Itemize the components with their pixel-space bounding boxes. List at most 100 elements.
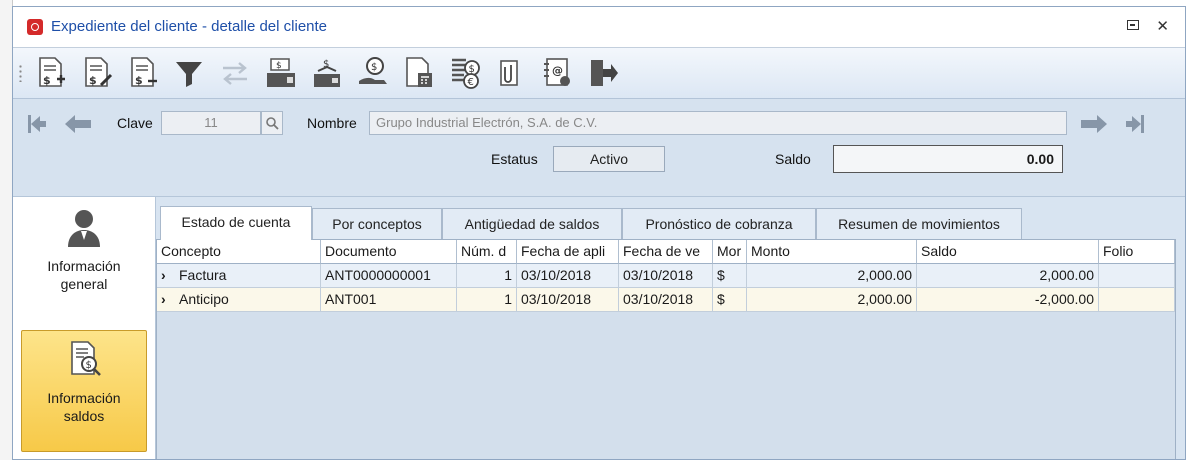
estatus-label: Estatus xyxy=(491,151,538,167)
cell-documento: ANT0000000001 xyxy=(321,264,457,288)
saldo-label: Saldo xyxy=(775,151,811,167)
cell-concepto: › Factura xyxy=(157,264,321,288)
cash-register-icon: $ xyxy=(267,58,295,87)
money-hand-button[interactable]: $ xyxy=(353,54,393,92)
expand-row-icon[interactable]: › xyxy=(161,264,179,287)
tab-pronostico-de-cobranza[interactable]: Pronóstico de cobranza xyxy=(622,208,816,239)
column-header-documento[interactable]: Documento xyxy=(321,240,457,264)
account-statement-grid: Concepto Documento Núm. d Fecha de apli … xyxy=(156,239,1176,459)
cell-folio xyxy=(1099,288,1175,312)
cell-documento: ANT001 xyxy=(321,288,457,312)
sidebar-item-informacion-saldos[interactable]: $ Información saldos xyxy=(21,330,147,452)
sidebar-item-label: Información xyxy=(47,390,121,406)
clave-field[interactable]: 11 xyxy=(161,111,261,135)
previous-record-button[interactable] xyxy=(63,113,95,135)
sidebar-item-label: Información xyxy=(47,258,121,274)
sidebar-item-label: general xyxy=(60,276,108,292)
remove-invoice-button[interactable]: $ xyxy=(123,54,163,92)
column-header-folio[interactable]: Folio xyxy=(1099,240,1175,264)
cell-concepto: › Anticipo xyxy=(157,288,321,312)
svg-text:$: $ xyxy=(43,74,51,87)
restore-window-icon[interactable] xyxy=(1127,20,1139,30)
edit-invoice-icon: $ xyxy=(85,57,113,87)
cell-moneda: $ xyxy=(713,264,747,288)
nombre-label: Nombre xyxy=(307,115,357,131)
cell-monto: 2,000.00 xyxy=(747,264,917,288)
payment-button[interactable]: $ xyxy=(307,54,347,92)
app-logo-icon xyxy=(27,19,43,35)
tab-estado-de-cuenta[interactable]: Estado de cuenta xyxy=(160,206,312,240)
sidebar: Información general $ Información saldos xyxy=(13,197,156,459)
cell-folio xyxy=(1099,264,1175,288)
clave-label: Clave xyxy=(117,115,153,131)
grid-header-row: Concepto Documento Núm. d Fecha de apli … xyxy=(157,240,1175,264)
tab-antiguedad-de-saldos[interactable]: Antigüedad de saldos xyxy=(442,208,622,239)
balance-search-icon: $ xyxy=(71,341,101,376)
toolbar-grip-icon[interactable] xyxy=(19,64,22,82)
attachment-icon xyxy=(500,60,518,86)
window-title: Expediente del cliente - detalle del cli… xyxy=(51,18,328,35)
cash-register-button[interactable]: $ xyxy=(261,54,301,92)
cell-monto: 2,000.00 xyxy=(747,288,917,312)
table-row[interactable]: › Anticipo ANT001 1 03/10/2018 03/10/2018… xyxy=(157,288,1175,312)
exit-button[interactable] xyxy=(583,54,623,92)
column-header-concepto[interactable]: Concepto xyxy=(157,240,321,264)
sidebar-item-informacion-general[interactable]: Información general xyxy=(21,207,147,311)
column-header-fecha-aplicacion[interactable]: Fecha de apli xyxy=(517,240,619,264)
tab-por-conceptos[interactable]: Por conceptos xyxy=(312,208,442,239)
first-record-button[interactable] xyxy=(27,113,59,135)
cell-saldo: 2,000.00 xyxy=(917,264,1099,288)
transfer-icon xyxy=(223,62,247,85)
filter-button[interactable] xyxy=(169,54,209,92)
cell-num: 1 xyxy=(457,264,517,288)
add-invoice-button[interactable]: $ xyxy=(31,54,71,92)
first-record-icon xyxy=(28,115,46,133)
column-header-moneda[interactable]: Mor xyxy=(713,240,747,264)
close-window-icon[interactable]: ✕ xyxy=(1156,17,1169,35)
saldo-value: 0.00 xyxy=(833,145,1063,173)
column-header-monto[interactable]: Monto xyxy=(747,240,917,264)
cell-fecha-vencimiento: 03/10/2018 xyxy=(619,264,713,288)
svg-text:$: $ xyxy=(135,74,143,87)
currency-document-icon: $€ xyxy=(452,58,480,89)
cell-saldo: -2,000.00 xyxy=(917,288,1099,312)
email-contact-button[interactable]: @ xyxy=(537,54,577,92)
next-record-button[interactable] xyxy=(1077,113,1109,135)
toolbar: $ $ $ $ $ $ $ € @ xyxy=(13,48,1185,99)
table-row[interactable]: › Factura ANT0000000001 1 03/10/2018 03/1… xyxy=(157,264,1175,288)
title-bar: Expediente del cliente - detalle del cli… xyxy=(13,7,1185,48)
client-detail-window: Expediente del cliente - detalle del cli… xyxy=(12,6,1186,460)
svg-text:€: € xyxy=(468,77,474,88)
client-header: Clave 11 Nombre Grupo Industrial Electró… xyxy=(13,99,1185,197)
svg-text:$: $ xyxy=(371,62,377,73)
estatus-value: Activo xyxy=(553,146,665,172)
svg-text:$: $ xyxy=(86,360,92,371)
clave-lookup-button[interactable] xyxy=(261,111,283,135)
column-header-num[interactable]: Núm. d xyxy=(457,240,517,264)
transfer-button xyxy=(215,54,255,92)
currency-document-button[interactable]: $ € xyxy=(445,54,485,92)
cell-num: 1 xyxy=(457,288,517,312)
filter-icon xyxy=(176,62,202,87)
money-hand-icon: $ xyxy=(359,57,387,84)
last-record-icon xyxy=(1126,115,1144,133)
calculator-document-button[interactable] xyxy=(399,54,439,92)
svg-text:$: $ xyxy=(89,74,97,87)
column-header-fecha-vencimiento[interactable]: Fecha de ve xyxy=(619,240,713,264)
add-invoice-icon: $ xyxy=(39,57,65,87)
next-record-icon xyxy=(1081,115,1107,133)
expand-row-icon[interactable]: › xyxy=(161,288,179,311)
email-contact-icon: @ xyxy=(544,58,570,86)
svg-text:@: @ xyxy=(552,64,563,77)
content-area: Estado de cuenta Por conceptos Antigüeda… xyxy=(156,197,1185,459)
last-record-button[interactable] xyxy=(1113,113,1145,135)
column-header-saldo[interactable]: Saldo xyxy=(917,240,1099,264)
cell-fecha-aplicacion: 03/10/2018 xyxy=(517,288,619,312)
magnifier-icon xyxy=(266,117,279,130)
attachment-button[interactable] xyxy=(491,54,531,92)
tab-resumen-de-movimientos[interactable]: Resumen de movimientos xyxy=(816,208,1022,239)
nombre-field[interactable]: Grupo Industrial Electrón, S.A. de C.V. xyxy=(369,111,1067,135)
exit-icon xyxy=(591,60,618,86)
edit-invoice-button[interactable]: $ xyxy=(77,54,117,92)
previous-record-icon xyxy=(65,115,91,133)
